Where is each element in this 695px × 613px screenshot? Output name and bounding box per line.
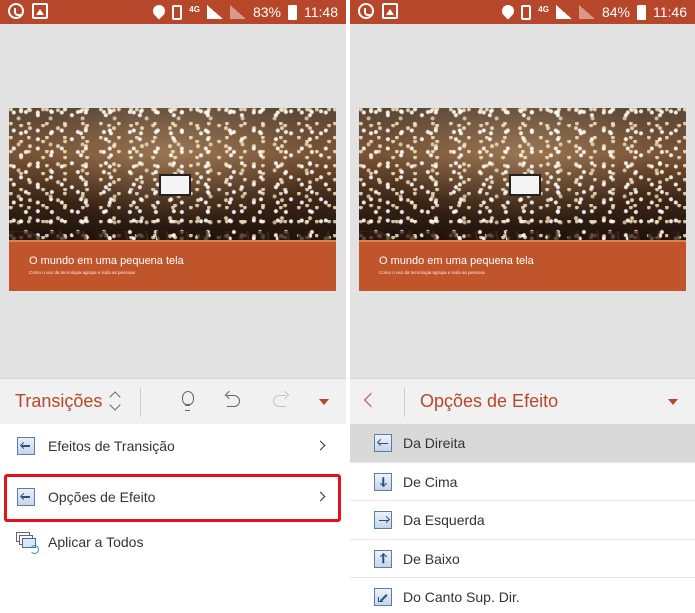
highlight-box [4,474,341,522]
option-from-bottom[interactable]: De Baixo [350,540,695,578]
lightbulb-icon[interactable] [176,389,200,413]
option-from-left[interactable]: Da Esquerda [350,501,695,540]
option-from-top-right[interactable]: Do Canto Sup. Dir. [350,578,695,613]
signal-2-icon [578,5,595,19]
undo-icon[interactable] [222,389,246,413]
slide-subtitle: Como o uso da tecnologia agrupa e isola … [29,270,135,275]
clock: 11:46 [653,4,687,20]
menu-item-label: Aplicar a Todos [48,534,144,550]
slide-banner: O mundo em uma pequena tela Como o uso d… [359,240,686,291]
option-label: Da Direita [403,435,466,451]
arrow-down-icon [374,472,392,491]
battery-percent: 84% [601,4,630,20]
phone-screen-image [509,174,541,196]
collapse-ribbon-icon[interactable] [668,399,678,405]
status-bar: 4G 83% 11:48 [0,0,346,24]
collapse-ribbon-icon[interactable] [319,399,329,405]
panel-title: Opções de Efeito [420,391,559,411]
slide-canvas[interactable]: O mundo em uma pequena tela Como o uso d… [0,24,346,378]
signal-icon [555,5,572,19]
signal-icon [206,5,223,19]
ribbon-toolbar: Transições [0,378,346,424]
toolbar-divider [404,387,405,417]
location-icon [499,2,517,20]
image-notification-icon [382,3,398,19]
slide-thumbnail[interactable]: O mundo em uma pequena tela Como o uso d… [359,108,686,291]
transition-left-icon [17,437,35,455]
vibrate-icon [521,4,532,20]
option-from-right[interactable]: Da Direita [350,424,695,463]
battery-icon [637,4,646,20]
effect-options-list: Da Direita De Cima Da Esquerda De Baixo … [350,424,695,613]
ribbon-toolbar: Opções de Efeito [350,378,695,424]
chevron-right-icon [315,440,326,451]
whatsapp-icon [358,3,374,19]
arrow-left-icon [374,434,392,452]
arrow-down-left-icon [374,588,392,606]
slide-banner: O mundo em uma pequena tela Como o uso d… [9,240,336,291]
arrow-up-icon [374,549,392,568]
redo-icon[interactable] [268,389,292,413]
whatsapp-icon [8,3,24,19]
vibrate-icon [172,4,183,20]
network-type: 4G [189,4,200,14]
tab-switcher-icon[interactable] [108,389,122,413]
apply-all-icon [16,532,39,554]
right-screen: 4G 84% 11:46 O mundo em uma pequena tela… [350,0,695,613]
status-bar: 4G 84% 11:46 [350,0,695,24]
menu-item-transition-effects[interactable]: Efeitos de Transição [0,424,346,469]
location-icon [150,2,168,20]
option-label: Da Esquerda [403,512,485,528]
option-label: Do Canto Sup. Dir. [403,589,520,605]
slide-canvas[interactable]: O mundo em uma pequena tela Como o uso d… [350,24,695,378]
arrow-right-icon [374,511,392,529]
menu-item-label: Efeitos de Transição [48,438,175,454]
signal-2-icon [229,5,246,19]
battery-icon [288,4,297,20]
option-label: De Cima [403,473,458,490]
network-type: 4G [538,4,549,14]
slide-thumbnail[interactable]: O mundo em uma pequena tela Como o uso d… [9,108,336,291]
toolbar-divider [140,387,141,417]
phone-screen-image [159,174,191,196]
ribbon-tab-title[interactable]: Transições [15,391,102,412]
image-notification-icon [32,3,48,19]
slide-subtitle: Como o uso da tecnologia agrupa e isola … [379,270,485,275]
option-label: De Baixo [403,550,460,567]
menu-item-apply-to-all[interactable]: Aplicar a Todos [0,520,346,565]
slide-title: O mundo em uma pequena tela [379,255,534,267]
battery-percent: 83% [252,4,281,20]
back-icon[interactable] [363,392,379,408]
left-screen: 4G 83% 11:48 O mundo em uma pequena tela… [0,0,346,613]
clock: 11:48 [304,4,338,20]
option-from-top[interactable]: De Cima [350,463,695,501]
slide-title: O mundo em uma pequena tela [29,255,184,267]
